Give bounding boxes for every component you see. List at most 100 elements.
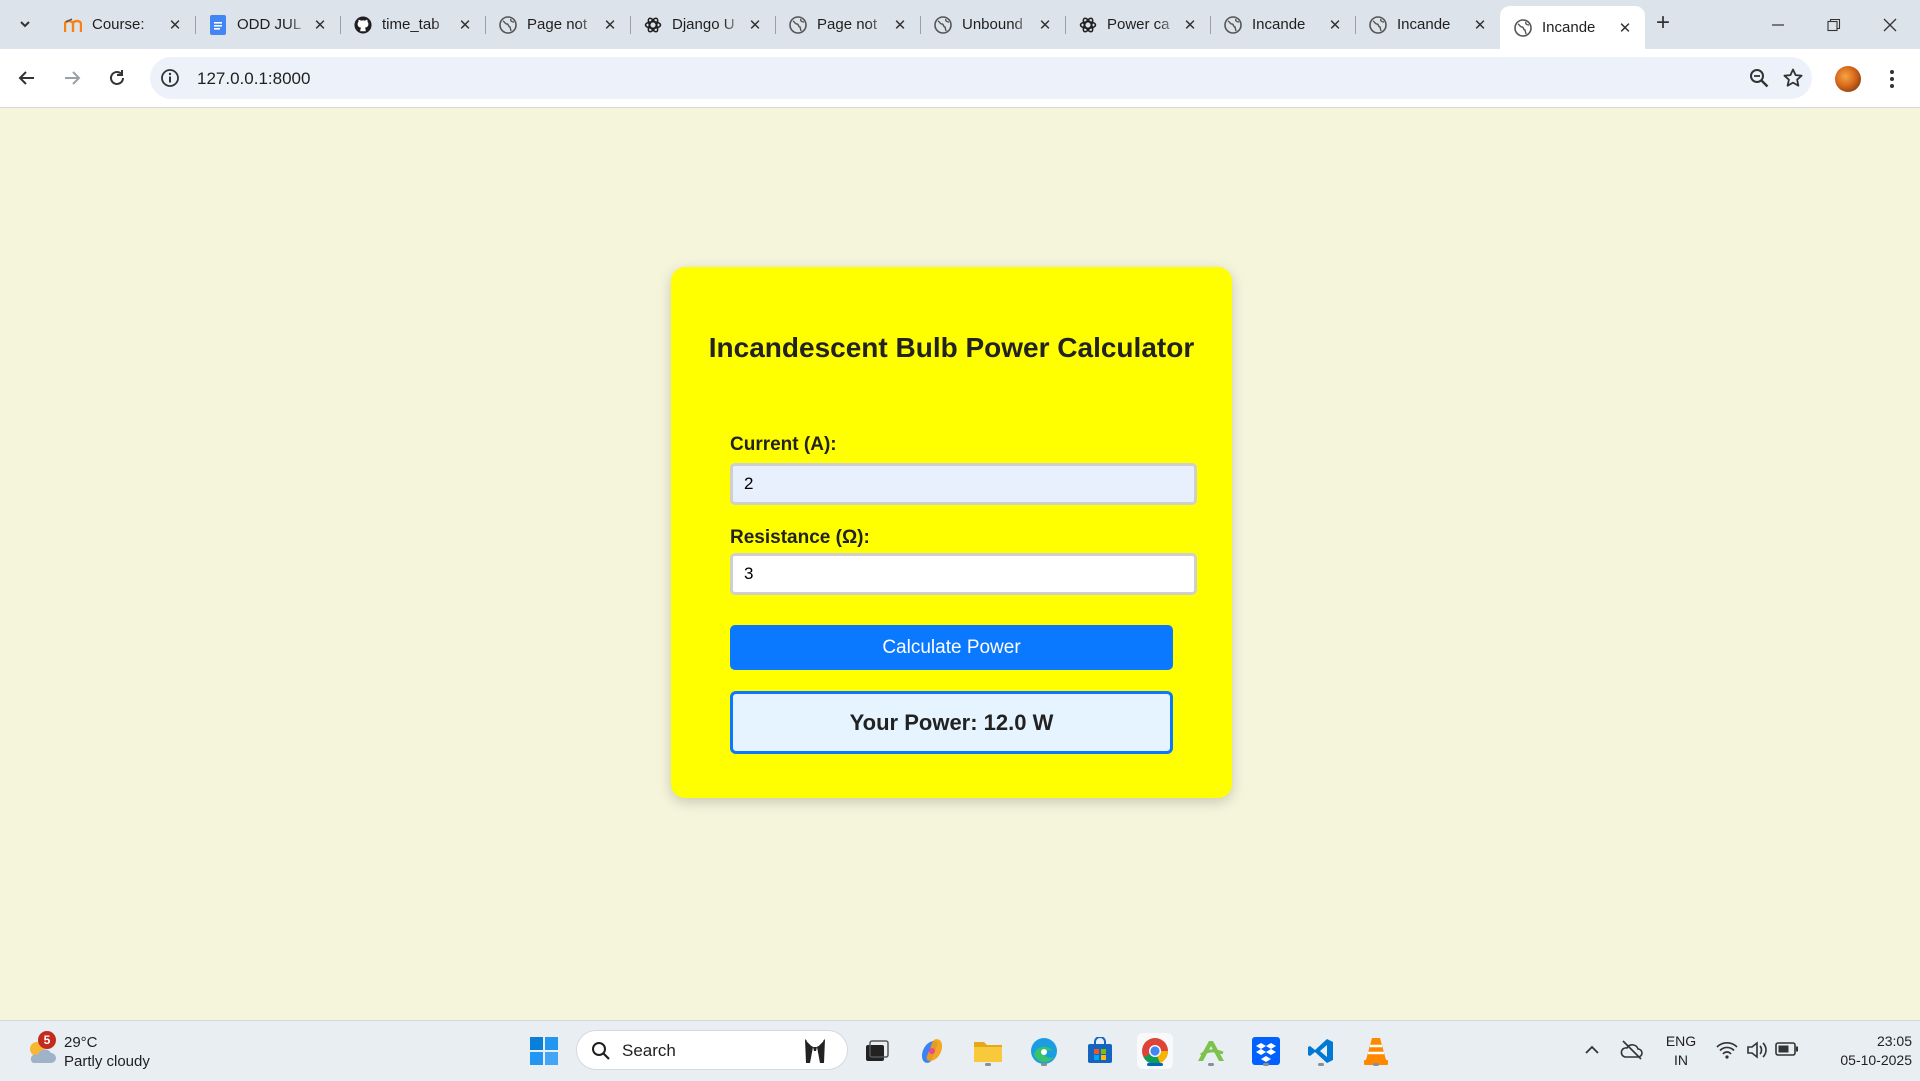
arrow-left-icon: [18, 71, 34, 85]
running-indicator: [1373, 1063, 1379, 1066]
tab-title: ODD JUL: [237, 16, 302, 33]
url-text[interactable]: 127.0.0.1:8000: [197, 69, 310, 89]
close-icon[interactable]: ✕: [1615, 18, 1635, 38]
reload-button[interactable]: [101, 62, 133, 94]
info-icon[interactable]: [160, 68, 180, 88]
running-indicator: [985, 1063, 991, 1066]
dropbox-button[interactable]: [1248, 1033, 1284, 1069]
globe-icon: [499, 15, 517, 34]
volume-icon[interactable]: [1746, 1040, 1768, 1060]
browser-tab[interactable]: Incande ✕: [1210, 6, 1356, 43]
forward-button[interactable]: [56, 62, 88, 94]
globe-icon: [1224, 15, 1242, 34]
resistance-input[interactable]: [730, 553, 1197, 595]
search-highlight-icon: [805, 1039, 825, 1063]
clock[interactable]: 23:05 05-10-2025: [1812, 1032, 1912, 1070]
new-tab-button[interactable]: +: [1651, 11, 1675, 36]
tab-title: Power ca: [1107, 16, 1170, 33]
running-indicator: [1041, 1063, 1047, 1066]
language-code: ENG: [1665, 1033, 1697, 1049]
browser-tab[interactable]: Incande ✕: [1355, 6, 1500, 43]
zoom-icon[interactable]: [1748, 67, 1770, 89]
calculate-power-button[interactable]: Calculate Power: [730, 625, 1173, 670]
search-icon: [592, 1042, 610, 1060]
battery-icon[interactable]: [1775, 1041, 1799, 1057]
start-button[interactable]: [526, 1033, 562, 1069]
bookmark-star-icon[interactable]: [1782, 67, 1804, 89]
store-button[interactable]: [1082, 1033, 1118, 1069]
onedrive-offline-icon[interactable]: [1620, 1039, 1644, 1061]
android-studio-icon: [1198, 1041, 1224, 1061]
close-icon[interactable]: ✕: [1035, 15, 1055, 35]
vscode-icon: [1308, 1039, 1333, 1063]
browser-tab[interactable]: ODD JUL ✕: [195, 6, 341, 43]
taskbar: 5 29°C Partly cloudy Search ENG IN 23:05…: [0, 1020, 1920, 1081]
close-icon[interactable]: ✕: [745, 15, 765, 35]
taskbar-search[interactable]: Search: [576, 1030, 848, 1070]
browser-tab-active[interactable]: Incande ✕: [1500, 6, 1645, 49]
browser-tab[interactable]: Unbound ✕: [920, 6, 1066, 43]
browser-tab[interactable]: Page not ✕: [775, 6, 921, 43]
running-indicator: [1263, 1063, 1269, 1066]
close-icon[interactable]: ✕: [1325, 15, 1345, 35]
globe-icon: [789, 15, 807, 34]
weather-widget[interactable]: 5 29°C Partly cloudy: [24, 1031, 194, 1073]
language-indicator[interactable]: ENG IN: [1660, 1032, 1702, 1070]
tab-title: Page not: [817, 16, 878, 33]
running-indicator: [1147, 1063, 1163, 1066]
tab-title: Incande: [1542, 19, 1596, 36]
current-input[interactable]: [730, 463, 1197, 505]
clock-time: 23:05: [1876, 1033, 1912, 1049]
close-icon[interactable]: ✕: [600, 15, 620, 35]
resistance-label: Resistance (Ω):: [730, 527, 870, 548]
browser-tab[interactable]: Page not ✕: [485, 6, 631, 43]
copilot-button[interactable]: [914, 1033, 950, 1069]
restore-button[interactable]: [1806, 0, 1862, 49]
browser-tab[interactable]: Django U ✕: [630, 6, 776, 43]
minimize-button[interactable]: [1750, 0, 1806, 49]
result-box: Your Power: 12.0 W: [730, 691, 1173, 754]
tab-title: Django U: [672, 16, 735, 33]
android-studio-button[interactable]: [1193, 1033, 1229, 1069]
task-view-button[interactable]: [859, 1033, 895, 1069]
profile-avatar[interactable]: [1835, 66, 1861, 92]
window-close-button[interactable]: [1862, 0, 1918, 49]
wifi-icon[interactable]: [1716, 1041, 1738, 1059]
tab-title: time_tab: [382, 16, 440, 33]
tab-search-button[interactable]: [10, 9, 40, 39]
browser-toolbar: 127.0.0.1:8000: [0, 49, 1920, 108]
calculator-card: Incandescent Bulb Power Calculator Curre…: [671, 267, 1232, 798]
close-icon[interactable]: ✕: [1470, 15, 1490, 35]
close-icon[interactable]: ✕: [165, 15, 185, 35]
chevron-up-icon[interactable]: [1584, 1042, 1600, 1058]
running-indicator: [1318, 1063, 1324, 1066]
close-icon[interactable]: ✕: [890, 15, 910, 35]
browser-tab[interactable]: Power ca ✕: [1065, 6, 1211, 43]
folder-icon: [974, 1042, 1002, 1062]
close-icon: [1883, 18, 1897, 31]
restore-icon: [1827, 18, 1841, 31]
chrome-button[interactable]: [1137, 1033, 1173, 1069]
browser-tab[interactable]: time_tab ✕: [340, 6, 486, 43]
region-code: IN: [1674, 1052, 1688, 1068]
store-icon: [1088, 1037, 1112, 1063]
github-icon: [354, 15, 372, 34]
page-body: Incandescent Bulb Power Calculator Curre…: [0, 108, 1920, 1020]
browser-tab[interactable]: Course: ✕: [50, 6, 196, 43]
address-bar[interactable]: 127.0.0.1:8000: [150, 57, 1812, 99]
tab-title: Incande: [1397, 16, 1451, 33]
vscode-button[interactable]: [1303, 1033, 1339, 1069]
close-icon[interactable]: ✕: [455, 15, 475, 35]
moodle-icon: [64, 16, 82, 34]
edge-button[interactable]: [1026, 1033, 1062, 1069]
tab-title: Page not: [527, 16, 588, 33]
copilot-icon: [922, 1039, 942, 1063]
close-icon[interactable]: ✕: [1180, 15, 1200, 35]
dropbox-icon: [1252, 1037, 1280, 1065]
file-explorer-button[interactable]: [970, 1033, 1006, 1069]
browser-menu-icon[interactable]: [1880, 62, 1904, 96]
close-icon[interactable]: ✕: [310, 15, 330, 35]
tab-title: Incande: [1252, 16, 1306, 33]
vlc-button[interactable]: [1358, 1033, 1394, 1069]
back-button[interactable]: [11, 62, 43, 94]
